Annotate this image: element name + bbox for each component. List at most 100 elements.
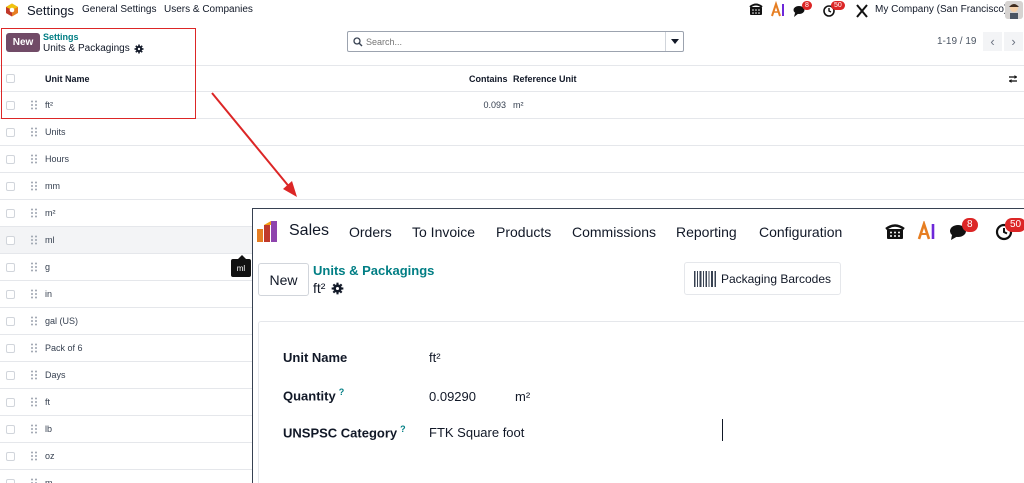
inset-new-button[interactable]: New [258, 263, 309, 296]
unspsc-help-icon[interactable]: ? [400, 424, 406, 434]
unit-name-cell[interactable]: gal (US) [45, 316, 78, 326]
packaging-barcodes-label: Packaging Barcodes [720, 271, 832, 286]
inset-nav-reporting[interactable]: Reporting [676, 224, 737, 240]
inset-nav-configuration[interactable]: Configuration [759, 224, 842, 240]
row-checkbox[interactable] [6, 344, 15, 353]
inset-nav-commissions[interactable]: Commissions [572, 224, 656, 240]
breadcrumb-parent[interactable]: Settings [43, 32, 79, 42]
unit-name-cell[interactable]: m² [45, 208, 56, 218]
unit-name-cell[interactable]: oz [45, 451, 55, 461]
inset-ai-icon[interactable] [917, 221, 937, 241]
quantity-field[interactable]: 0.09290 [429, 389, 476, 404]
drag-handle-icon[interactable] [30, 181, 38, 191]
list-header: Unit Name Contains Reference Unit [0, 65, 1024, 92]
inset-breadcrumb-parent[interactable]: Units & Packagings [313, 263, 434, 278]
reference-unit-cell[interactable]: m² [513, 100, 524, 110]
drag-handle-icon[interactable] [30, 127, 38, 137]
row-checkbox[interactable] [6, 263, 15, 272]
unit-name-cell[interactable]: in [45, 289, 52, 299]
unit-name-cell[interactable]: lb [45, 424, 52, 434]
phone-icon[interactable] [749, 1, 763, 19]
inset-nav-products[interactable]: Products [496, 224, 551, 240]
quantity-help-icon[interactable]: ? [339, 387, 345, 397]
search-input[interactable] [366, 32, 665, 51]
drag-handle-icon[interactable] [30, 154, 38, 164]
ai-icon[interactable] [771, 1, 785, 19]
row-checkbox[interactable] [6, 182, 15, 191]
row-checkbox[interactable] [6, 479, 15, 483]
column-unit-name[interactable]: Unit Name [45, 74, 90, 84]
table-row[interactable]: mm [0, 173, 1024, 200]
row-checkbox[interactable] [6, 398, 15, 407]
pager-next-button[interactable]: › [1004, 32, 1023, 51]
tools-icon[interactable] [855, 1, 869, 19]
row-checkbox[interactable] [6, 236, 15, 245]
user-avatar[interactable] [1005, 1, 1023, 19]
drag-handle-icon[interactable] [30, 397, 38, 407]
inset-breadcrumb-current: ft² [313, 280, 344, 296]
app-logo-icon[interactable] [5, 3, 19, 17]
unit-name-cell[interactable]: g [45, 262, 50, 272]
row-checkbox[interactable] [6, 290, 15, 299]
packaging-barcodes-button[interactable]: Packaging Barcodes [684, 262, 841, 295]
unit-name-cell[interactable]: Days [45, 370, 66, 380]
row-checkbox[interactable] [6, 452, 15, 461]
column-contains[interactable]: Contains [469, 74, 508, 84]
unit-name-cell[interactable]: Units [45, 127, 66, 137]
unit-name-cell[interactable]: Pack of 6 [45, 343, 83, 353]
nav-general-settings[interactable]: General Settings [82, 4, 157, 15]
drag-handle-icon[interactable] [30, 262, 38, 272]
unit-name-cell[interactable]: mm [45, 181, 60, 191]
drag-handle-icon[interactable] [30, 289, 38, 299]
row-checkbox[interactable] [6, 128, 15, 137]
row-checkbox[interactable] [6, 317, 15, 326]
contains-cell[interactable]: 0.093 [483, 100, 506, 110]
pager-previous-button[interactable]: ‹ [983, 32, 1002, 51]
pager-value[interactable]: 1-19 / 19 [937, 36, 976, 47]
app-name[interactable]: Settings [27, 3, 74, 18]
search-icon[interactable] [350, 32, 366, 51]
company-switcher[interactable]: My Company (San Francisco) [875, 4, 1007, 15]
nav-users-companies[interactable]: Users & Companies [164, 4, 253, 15]
unit-name-cell[interactable]: m [45, 478, 53, 483]
optional-columns-icon[interactable] [1008, 74, 1018, 84]
drag-handle-icon[interactable] [30, 235, 38, 245]
gear-icon[interactable] [134, 44, 144, 54]
row-checkbox[interactable] [6, 155, 15, 164]
row-checkbox[interactable] [6, 425, 15, 434]
search-options-toggle[interactable] [665, 32, 683, 51]
select-all-checkbox[interactable] [6, 74, 15, 83]
unit-name-cell[interactable]: ft [45, 397, 50, 407]
breadcrumb-current: Units & Packagings [43, 43, 144, 54]
unit-name-cell[interactable]: ml [45, 235, 55, 245]
table-row[interactable]: ft² 0.093 m² [0, 92, 1024, 119]
drag-handle-icon[interactable] [30, 316, 38, 326]
drag-handle-icon[interactable] [30, 100, 38, 110]
unit-name-field[interactable]: ft² [429, 350, 441, 365]
row-checkbox[interactable] [6, 371, 15, 380]
column-reference-unit[interactable]: Reference Unit [513, 74, 577, 84]
drag-handle-icon[interactable] [30, 208, 38, 218]
inset-nav-orders[interactable]: Orders [349, 224, 392, 240]
drag-handle-icon[interactable] [30, 424, 38, 434]
row-tooltip: ml [231, 255, 251, 277]
drag-handle-icon[interactable] [30, 370, 38, 380]
row-checkbox[interactable] [6, 209, 15, 218]
sales-app-icon[interactable] [256, 220, 280, 244]
unspsc-category-field[interactable]: FTK Square foot [429, 425, 524, 440]
inset-app-name[interactable]: Sales [289, 222, 329, 240]
breadcrumb-current-label: Units & Packagings [43, 43, 130, 54]
inset-nav-to-invoice[interactable]: To Invoice [412, 224, 475, 240]
unit-name-cell[interactable]: Hours [45, 154, 69, 164]
row-checkbox[interactable] [6, 101, 15, 110]
inset-gear-icon[interactable] [331, 282, 344, 295]
table-row[interactable]: Hours [0, 146, 1024, 173]
user-avatar-icon [1005, 1, 1023, 19]
table-row[interactable]: Units [0, 119, 1024, 146]
drag-handle-icon[interactable] [30, 478, 38, 483]
unit-name-cell[interactable]: ft² [45, 100, 53, 110]
drag-handle-icon[interactable] [30, 343, 38, 353]
new-button[interactable]: New [6, 33, 40, 52]
drag-handle-icon[interactable] [30, 451, 38, 461]
inset-phone-icon[interactable] [885, 221, 905, 241]
